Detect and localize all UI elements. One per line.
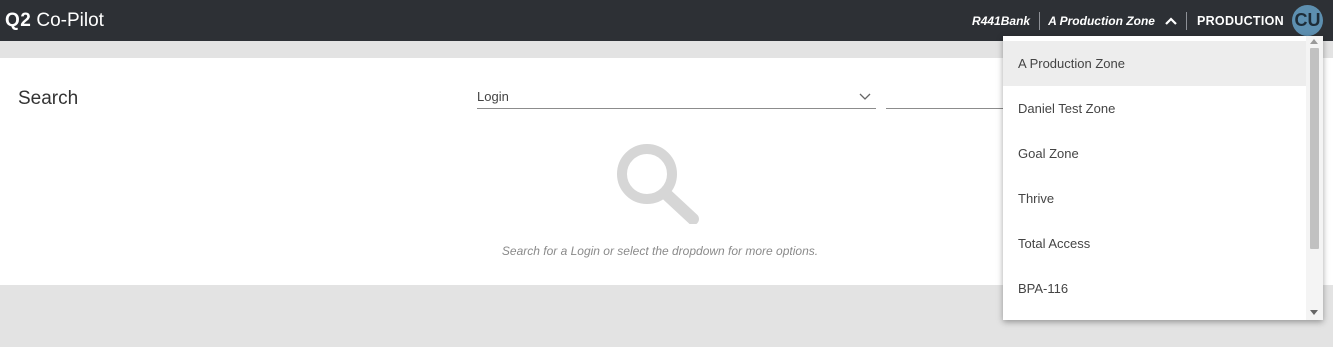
top-bar: Q2 Co-Pilot R441Bank A Production Zone P… [0,0,1333,41]
zone-option[interactable]: Goal Zone [1003,131,1306,176]
app-brand[interactable]: Q2 Co-Pilot [5,0,104,41]
page-title: Search [18,88,79,109]
zone-list: A Production Zone Daniel Test Zone Goal … [1003,41,1306,311]
zone-option[interactable]: A Production Zone [1003,41,1306,86]
header-right-cluster: R441Bank A Production Zone PRODUCTION CU [972,0,1333,41]
zone-selector-label: A Production Zone [1048,13,1155,28]
search-type-value: Login [477,88,509,104]
zone-option[interactable]: Thrive [1003,176,1306,221]
zone-option[interactable]: Daniel Test Zone [1003,86,1306,131]
scroll-down-arrow-icon[interactable] [1310,310,1318,315]
search-type-select[interactable]: Login [477,84,876,109]
chevron-down-icon [858,89,872,103]
search-input[interactable] [886,84,1004,109]
zone-option[interactable]: Total Access [1003,221,1306,266]
user-avatar[interactable]: CU [1292,5,1323,36]
zone-dropdown-menu: A Production Zone Daniel Test Zone Goal … [1003,36,1323,320]
bank-name: R441Bank [972,13,1031,28]
zone-option[interactable]: BPA-116 [1003,266,1306,311]
search-icon [617,144,699,224]
chevron-up-icon [1164,14,1178,28]
zone-selector[interactable]: A Production Zone [1040,14,1186,28]
q2-logo: Q2 [5,9,32,31]
app-name: Co-Pilot [36,9,104,31]
scrollbar-thumb[interactable] [1310,48,1319,249]
dropdown-scrollbar[interactable] [1306,36,1323,320]
environment-label: PRODUCTION [1196,13,1284,28]
scroll-up-arrow-icon[interactable] [1310,39,1318,44]
